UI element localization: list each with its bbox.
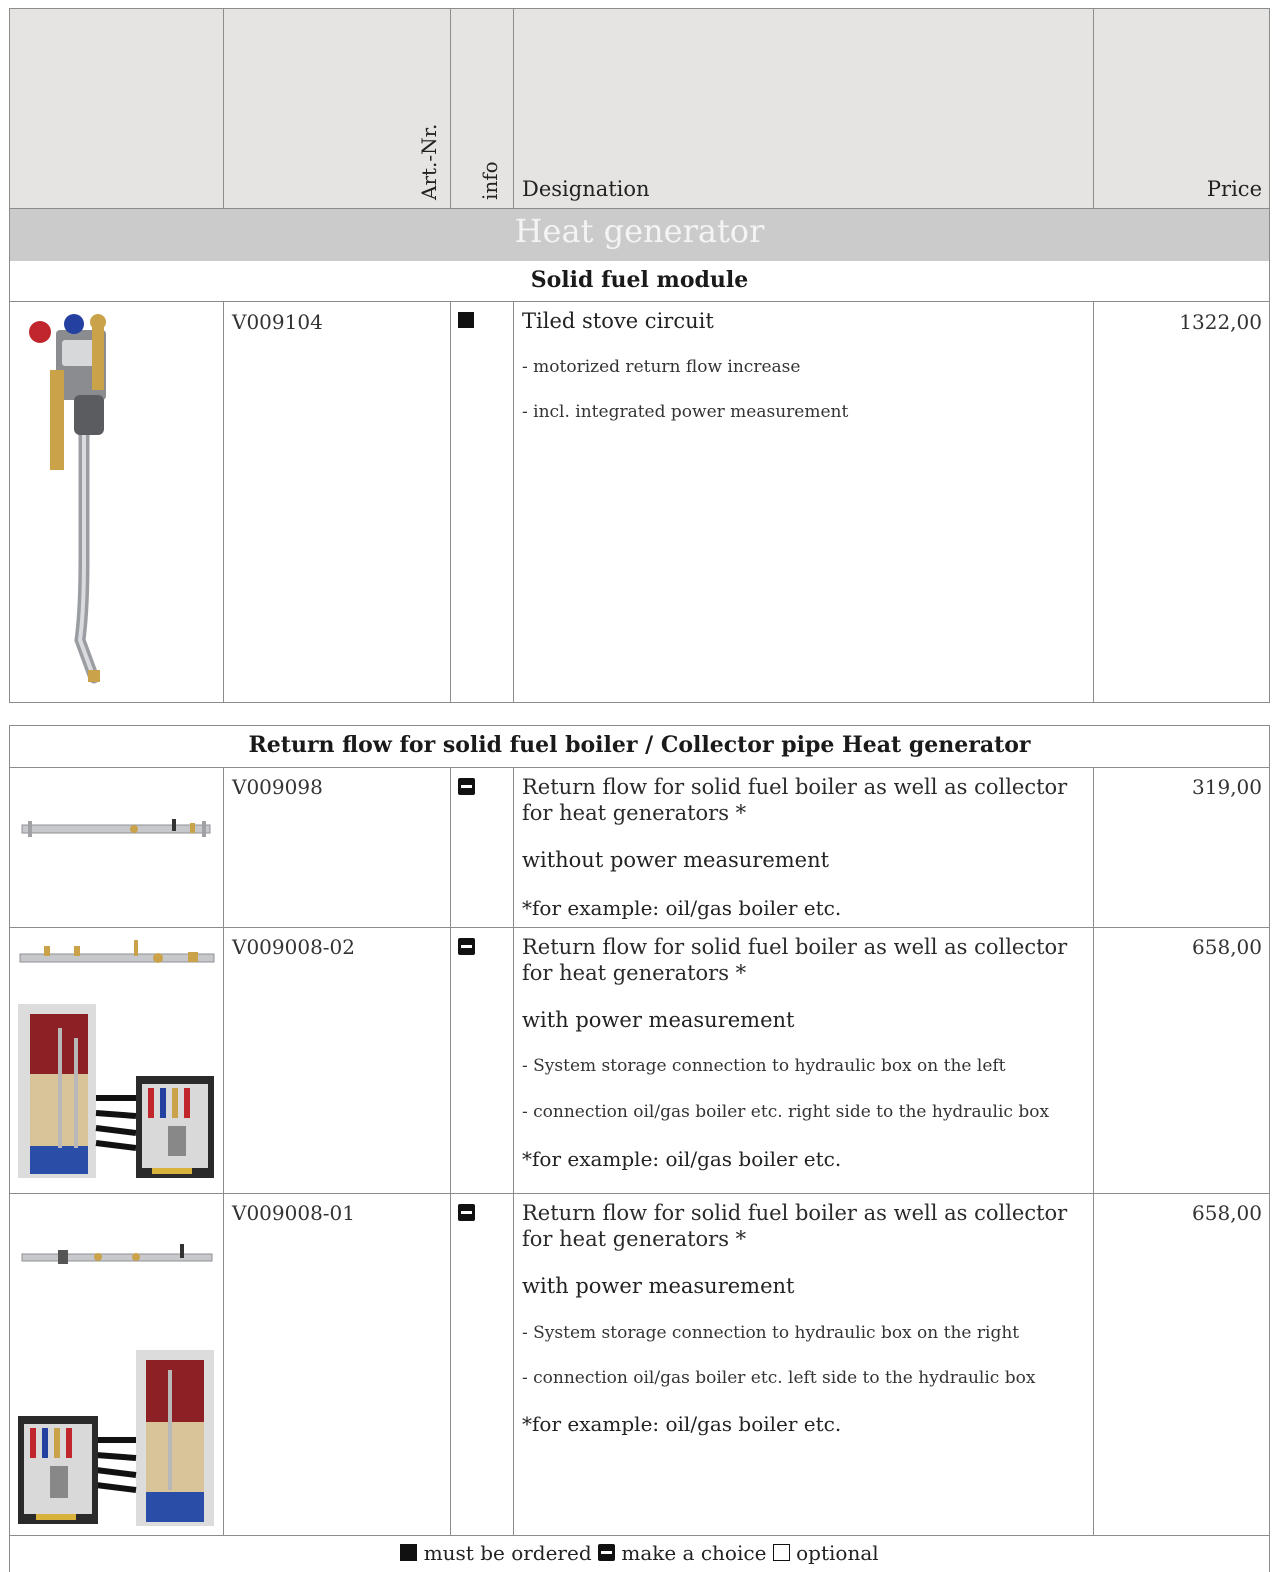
legend: must be ordered make a choice optional bbox=[9, 1541, 1270, 1565]
header-art-nr: Art.-Nr. bbox=[417, 123, 441, 200]
make-choice-icon bbox=[598, 1544, 615, 1561]
art-nr: V009104 bbox=[232, 310, 323, 334]
note-line: *for example: oil/gas boiler etc. bbox=[522, 1147, 842, 1171]
detail-line: - incl. integrated power measurement bbox=[522, 402, 849, 422]
detail-line: - connection oil/gas boiler etc. right s… bbox=[522, 1102, 1050, 1122]
make-choice-icon bbox=[458, 778, 475, 795]
detail-line: - connection oil/gas boiler etc. left si… bbox=[522, 1368, 1036, 1388]
make-choice-icon bbox=[458, 1204, 475, 1221]
collector-with-storage-right-image bbox=[18, 1244, 214, 1526]
header-info: info bbox=[478, 161, 502, 200]
legend-choice: make a choice bbox=[621, 1541, 767, 1565]
detail-line: - System storage connection to hydraulic… bbox=[522, 1056, 1006, 1076]
detail-line: - motorized return flow increase bbox=[522, 357, 801, 377]
power-measurement-line: with power measurement bbox=[522, 1008, 795, 1032]
price: 1322,00 bbox=[1179, 310, 1262, 334]
designation: Return flow for solid fuel boiler as wel… bbox=[522, 1201, 1068, 1251]
power-measurement-line: with power measurement bbox=[522, 1274, 795, 1298]
price: 658,00 bbox=[1192, 1201, 1262, 1225]
detail-line: - System storage connection to hydraulic… bbox=[522, 1323, 1020, 1343]
make-choice-icon bbox=[458, 938, 475, 955]
section1-title: Solid fuel module bbox=[530, 267, 749, 293]
designation: Return flow for solid fuel boiler as wel… bbox=[522, 935, 1068, 985]
note-line: *for example: oil/gas boiler etc. bbox=[522, 896, 842, 920]
collector-with-storage-left-image bbox=[18, 940, 215, 1178]
price: 658,00 bbox=[1192, 935, 1262, 959]
square-filled-icon bbox=[400, 1544, 418, 1561]
legend-optional: optional bbox=[796, 1541, 879, 1565]
header-designation: Designation bbox=[522, 177, 650, 201]
designation: Return flow for solid fuel boiler as wel… bbox=[522, 775, 1068, 825]
tiled-stove-circuit-image bbox=[29, 314, 106, 684]
note-line: *for example: oil/gas boiler etc. bbox=[522, 1412, 842, 1436]
legend-must: must be ordered bbox=[423, 1541, 592, 1565]
header-price: Price bbox=[1206, 177, 1262, 201]
category-title: Heat generator bbox=[514, 212, 765, 250]
art-nr: V009008-01 bbox=[232, 1201, 355, 1225]
art-nr: V009008-02 bbox=[232, 935, 355, 959]
power-measurement-line: without power measurement bbox=[522, 848, 830, 872]
art-nr: V009098 bbox=[232, 775, 323, 799]
price: 319,00 bbox=[1192, 775, 1262, 799]
section2-title: Return flow for solid fuel boiler / Coll… bbox=[248, 732, 1031, 758]
designation: Tiled stove circuit bbox=[522, 309, 714, 333]
square-outline-icon bbox=[772, 1544, 790, 1561]
collector-pipe-image bbox=[21, 819, 211, 837]
square-filled-icon bbox=[458, 312, 474, 328]
